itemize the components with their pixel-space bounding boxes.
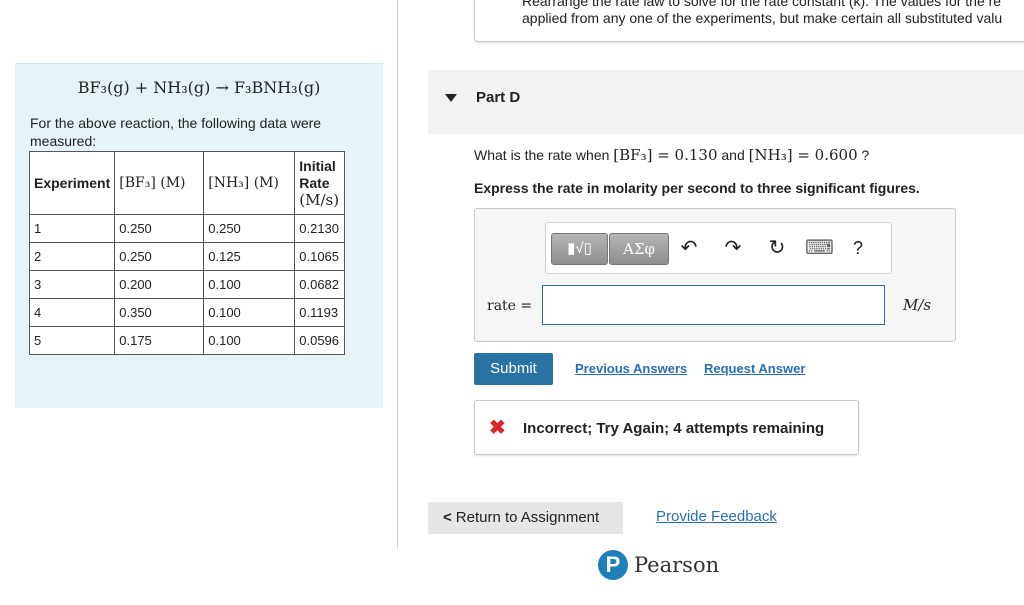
reaction-equation: BF₃(g) + NH₃(g) → F₃BNH₃(g) bbox=[77, 78, 321, 97]
table-row: 4 0.350 0.100 0.1193 bbox=[28, 298, 346, 327]
cell-nh3: 0.100 bbox=[203, 270, 296, 299]
collapse-triangle-icon[interactable] bbox=[445, 94, 457, 102]
return-label: Return to Assignment bbox=[455, 509, 600, 526]
previous-answers-link[interactable]: Previous Answers bbox=[575, 361, 687, 376]
header-experiment: Experiment bbox=[28, 151, 116, 215]
math-toolbar: ▮√▯ ΑΣφ ↶ ↷ ↻ ⌨ ? bbox=[545, 222, 892, 274]
cell-exp: 5 bbox=[28, 326, 116, 355]
redo-icon[interactable]: ↷ bbox=[720, 235, 746, 261]
cell-exp: 4 bbox=[28, 298, 116, 327]
templates-button[interactable]: ▮√▯ bbox=[551, 233, 608, 265]
rate-answer-input[interactable] bbox=[542, 285, 885, 325]
return-to-assignment-button[interactable]: < Return to Assignment bbox=[428, 502, 623, 534]
header-rate-unit: (M/s) bbox=[299, 190, 340, 209]
cell-rate: 0.0682 bbox=[294, 270, 346, 299]
hint-box: Rearrange the rate law to solve for the … bbox=[474, 0, 1024, 42]
cell-bf3: 0.175 bbox=[114, 326, 205, 355]
cell-rate: 0.2130 bbox=[294, 214, 346, 243]
part-header[interactable]: Part D bbox=[428, 70, 1024, 134]
reaction-panel: BF₃(g) + NH₃(g) → F₃BNH₃(g) For the abov… bbox=[15, 63, 383, 408]
answer-box: ▮√▯ ΑΣφ ↶ ↷ ↻ ⌨ ? rate = M/s bbox=[474, 208, 956, 342]
rate-data-table: Experiment [BF₃] (M) [NH₃] (M) Initial R… bbox=[28, 151, 346, 355]
cell-exp: 3 bbox=[28, 270, 116, 299]
chevron-left-icon: < bbox=[443, 509, 452, 526]
cell-nh3: 0.250 bbox=[203, 214, 296, 243]
question-suffix: ? bbox=[857, 147, 870, 163]
hint-line-2: applied from any one of the experiments,… bbox=[522, 10, 1003, 26]
keyboard-icon[interactable]: ⌨ bbox=[805, 235, 834, 261]
header-bf3: [BF₃] (M) bbox=[114, 151, 205, 215]
pearson-logo-icon: P bbox=[598, 550, 628, 580]
part-title: Part D bbox=[476, 89, 521, 106]
cell-rate: 0.1065 bbox=[294, 242, 346, 271]
reaction-intro: For the above reaction, the following da… bbox=[30, 115, 322, 149]
cell-bf3: 0.350 bbox=[114, 298, 205, 327]
greek-symbols-button[interactable]: ΑΣφ bbox=[609, 233, 669, 265]
cell-nh3: 0.125 bbox=[203, 242, 296, 271]
feedback-text: Incorrect; Try Again; 4 attempts remaini… bbox=[523, 420, 825, 437]
question-nh3: [NH₃] = 0.600 bbox=[748, 146, 858, 164]
request-answer-link[interactable]: Request Answer bbox=[704, 361, 805, 376]
cell-bf3: 0.250 bbox=[114, 214, 205, 243]
cell-rate: 0.1193 bbox=[294, 298, 346, 327]
reset-icon[interactable]: ↻ bbox=[764, 235, 790, 261]
header-nh3: [NH₃] (M) bbox=[203, 151, 296, 215]
rate-label: rate = bbox=[487, 298, 533, 314]
undo-icon[interactable]: ↶ bbox=[676, 235, 702, 261]
provide-feedback-link[interactable]: Provide Feedback bbox=[656, 508, 777, 525]
hint-line-1: Rearrange the rate law to solve for the … bbox=[522, 0, 1002, 9]
feedback-message: ✖ Incorrect; Try Again; 4 attempts remai… bbox=[474, 400, 859, 455]
cell-bf3: 0.250 bbox=[114, 242, 205, 271]
question-and: and bbox=[717, 147, 749, 163]
cell-bf3: 0.200 bbox=[114, 270, 205, 299]
table-row: 5 0.175 0.100 0.0596 bbox=[28, 326, 346, 355]
cell-exp: 2 bbox=[28, 242, 116, 271]
rate-unit: M/s bbox=[903, 296, 932, 314]
header-initial-rate-label: Initial Rate bbox=[299, 157, 336, 191]
help-icon[interactable]: ? bbox=[845, 235, 871, 261]
question-bf3: [BF₃] = 0.130 bbox=[613, 146, 718, 164]
error-x-icon: ✖ bbox=[489, 417, 506, 439]
table-row: 3 0.200 0.100 0.0682 bbox=[28, 270, 346, 299]
cell-rate: 0.0596 bbox=[294, 326, 346, 355]
table-row: 2 0.250 0.125 0.1065 bbox=[28, 242, 346, 271]
question-text: What is the rate when [BF₃] = 0.130 and … bbox=[474, 146, 869, 164]
submit-button[interactable]: Submit bbox=[474, 353, 553, 385]
table-header-row: Experiment [BF₃] (M) [NH₃] (M) Initial R… bbox=[28, 151, 346, 215]
cell-nh3: 0.100 bbox=[203, 298, 296, 327]
table-row: 1 0.250 0.250 0.2130 bbox=[28, 214, 346, 243]
cell-nh3: 0.100 bbox=[203, 326, 296, 355]
pearson-brand: Pearson bbox=[634, 553, 720, 577]
cell-exp: 1 bbox=[28, 214, 116, 243]
header-initial-rate: Initial Rate (M/s) bbox=[294, 151, 346, 215]
question-prefix: What is the rate when bbox=[474, 147, 614, 163]
question-instruction: Express the rate in molarity per second … bbox=[474, 180, 920, 196]
column-divider bbox=[397, 0, 398, 548]
